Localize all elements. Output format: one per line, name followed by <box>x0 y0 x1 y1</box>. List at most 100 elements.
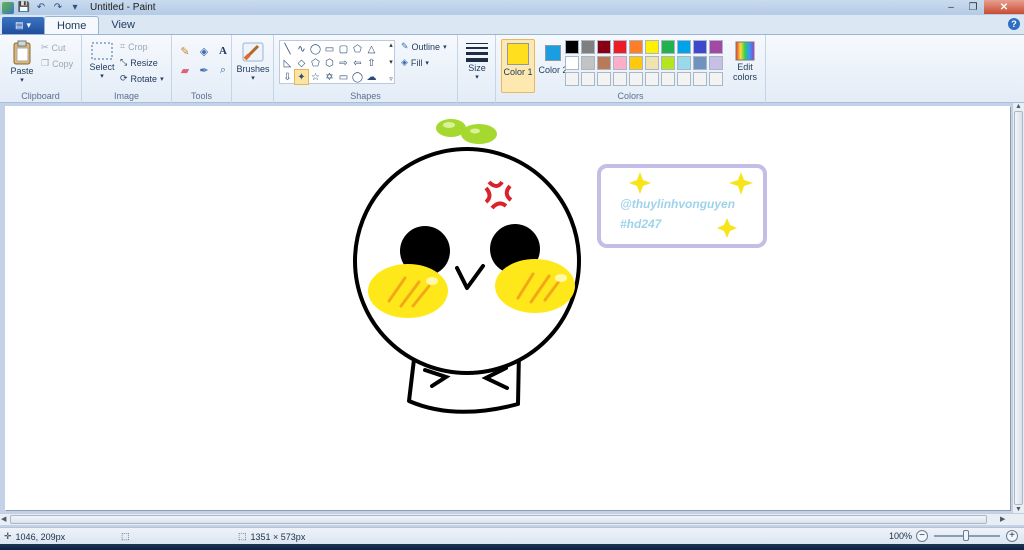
tab-home[interactable]: Home <box>44 16 100 34</box>
palette-swatch[interactable] <box>693 40 707 54</box>
redo-icon[interactable]: ↷ <box>51 2 65 14</box>
line-shape-icon[interactable]: ╲ <box>281 42 294 56</box>
paint-menu-button[interactable]: ▤ ▾ <box>2 17 44 34</box>
curve-shape-icon[interactable]: ∿ <box>295 42 308 56</box>
rotate-button[interactable]: ⟳ Rotate ▾ <box>120 73 164 84</box>
maximize-button[interactable]: ❐ <box>962 0 984 14</box>
left-cheek-shine <box>426 277 438 285</box>
save-icon[interactable]: 💾 <box>17 2 31 14</box>
palette-swatch[interactable] <box>693 72 707 86</box>
scroll-down-icon[interactable]: ▼ <box>1015 506 1022 513</box>
edit-colors-button[interactable]: Edit colors <box>728 40 762 82</box>
hexagon-shape-icon[interactable]: ⬡ <box>323 56 336 70</box>
diamond-shape-icon[interactable]: ◇ <box>295 56 308 70</box>
right-arrow-shape-icon[interactable]: ⇨ <box>337 56 350 70</box>
palette-swatch[interactable] <box>613 72 627 86</box>
palette-swatch[interactable] <box>693 56 707 70</box>
palette-swatch[interactable] <box>661 56 675 70</box>
minimize-button[interactable]: – <box>940 0 962 14</box>
pencil-icon[interactable]: ✎ <box>177 44 193 58</box>
left-arrow-shape-icon[interactable]: ⇦ <box>351 56 364 70</box>
horizontal-scroll-thumb[interactable] <box>10 515 987 524</box>
eraser-icon[interactable]: ▰ <box>177 63 193 77</box>
paste-button[interactable]: Paste ▾ <box>8 40 36 84</box>
scroll-up-icon[interactable]: ▴ <box>389 41 393 49</box>
size-button[interactable]: Size ▾ <box>463 41 491 81</box>
palette-swatch[interactable] <box>581 56 595 70</box>
scroll-left-icon[interactable]: ◀ <box>1 515 6 523</box>
palette-swatch[interactable] <box>581 72 595 86</box>
fill-bucket-icon[interactable]: ◈ <box>196 44 212 58</box>
palette-swatch[interactable] <box>597 72 611 86</box>
undo-icon[interactable]: ↶ <box>34 2 48 14</box>
rounded-rectangle-shape-icon[interactable]: ▢ <box>337 42 350 56</box>
palette-swatch[interactable] <box>709 72 723 86</box>
rectangle-shape-icon[interactable]: ▭ <box>323 42 336 56</box>
scroll-right-icon[interactable]: ▶ <box>1000 515 1005 523</box>
magnifier-icon[interactable]: ⌕ <box>215 63 231 77</box>
text-icon[interactable]: A <box>215 44 231 58</box>
rounded-callout-shape-icon[interactable]: ▭ <box>337 70 350 84</box>
palette-swatch[interactable] <box>565 72 579 86</box>
customize-dropdown-icon[interactable]: ▾ <box>68 2 82 14</box>
triangle-shape-icon[interactable]: △ <box>365 42 378 56</box>
six-point-star-shape-icon[interactable]: ✡ <box>323 70 336 84</box>
close-button[interactable]: ✕ <box>984 0 1024 14</box>
zoom-in-button[interactable]: + <box>1006 530 1018 542</box>
zoom-slider-thumb[interactable] <box>963 530 969 541</box>
scroll-up-icon[interactable]: ▲ <box>1015 103 1022 110</box>
work-area: @thuylinhvonguyen #hd247 ▲ ▼ ◀ ▶ <box>0 103 1024 527</box>
paint-app-icon[interactable] <box>2 1 14 14</box>
down-arrow-shape-icon[interactable]: ⇩ <box>281 70 294 84</box>
cloud-callout-shape-icon[interactable]: ☁ <box>365 70 378 84</box>
palette-swatch[interactable] <box>597 40 611 54</box>
palette-swatch[interactable] <box>677 56 691 70</box>
pentagon-shape-icon[interactable]: ⬠ <box>309 56 322 70</box>
color-picker-icon[interactable]: ✒ <box>196 63 212 77</box>
fill-button[interactable]: ◈ Fill ▾ <box>401 57 429 68</box>
polygon-shape-icon[interactable]: ⬠ <box>351 42 364 56</box>
palette-swatch[interactable] <box>645 56 659 70</box>
oval-shape-icon[interactable]: ◯ <box>309 42 322 56</box>
four-point-star-shape-icon[interactable]: ✦ <box>294 69 309 85</box>
palette-swatch[interactable] <box>581 40 595 54</box>
color1-button[interactable]: Color 1 <box>501 39 535 93</box>
horizontal-scrollbar[interactable]: ◀ ▶ <box>0 513 1024 525</box>
palette-swatch[interactable] <box>645 40 659 54</box>
help-icon[interactable]: ? <box>1008 18 1020 30</box>
palette-swatch[interactable] <box>677 72 691 86</box>
palette-swatch[interactable] <box>709 56 723 70</box>
five-point-star-shape-icon[interactable]: ☆ <box>309 70 322 84</box>
palette-swatch[interactable] <box>661 72 675 86</box>
up-arrow-shape-icon[interactable]: ⇧ <box>365 56 378 70</box>
cut-button[interactable]: ✂ Cut <box>41 42 66 53</box>
palette-swatch[interactable] <box>677 40 691 54</box>
tab-view[interactable]: View <box>99 16 147 34</box>
shapes-gallery-scroll[interactable]: ▴ ▾ ▿ <box>386 41 396 83</box>
expand-gallery-icon[interactable]: ▿ <box>389 75 393 83</box>
select-button[interactable]: Select ▾ <box>87 40 117 80</box>
oval-callout-shape-icon[interactable]: ◯ <box>351 70 364 84</box>
palette-swatch[interactable] <box>661 40 675 54</box>
brushes-button[interactable]: Brushes ▾ <box>236 40 270 82</box>
palette-swatch[interactable] <box>565 40 579 54</box>
crop-button[interactable]: ⌗ Crop <box>120 41 148 52</box>
right-triangle-shape-icon[interactable]: ◺ <box>281 56 294 70</box>
palette-swatch[interactable] <box>629 56 643 70</box>
outline-button[interactable]: ✎ Outline ▾ <box>401 41 447 52</box>
palette-swatch[interactable] <box>565 56 579 70</box>
palette-swatch[interactable] <box>629 40 643 54</box>
drawing-canvas[interactable]: @thuylinhvonguyen #hd247 <box>5 106 1010 510</box>
resize-button[interactable]: ⤡ Resize <box>120 57 158 68</box>
copy-button[interactable]: ❐ Copy <box>41 58 73 69</box>
vertical-scrollbar[interactable]: ▲ ▼ <box>1012 103 1024 513</box>
palette-swatch[interactable] <box>613 56 627 70</box>
zoom-out-button[interactable]: − <box>916 530 928 542</box>
palette-swatch[interactable] <box>597 56 611 70</box>
palette-swatch[interactable] <box>645 72 659 86</box>
vertical-scroll-thumb[interactable] <box>1014 111 1023 505</box>
scroll-down-icon[interactable]: ▾ <box>389 58 393 66</box>
palette-swatch[interactable] <box>613 40 627 54</box>
palette-swatch[interactable] <box>629 72 643 86</box>
palette-swatch[interactable] <box>709 40 723 54</box>
